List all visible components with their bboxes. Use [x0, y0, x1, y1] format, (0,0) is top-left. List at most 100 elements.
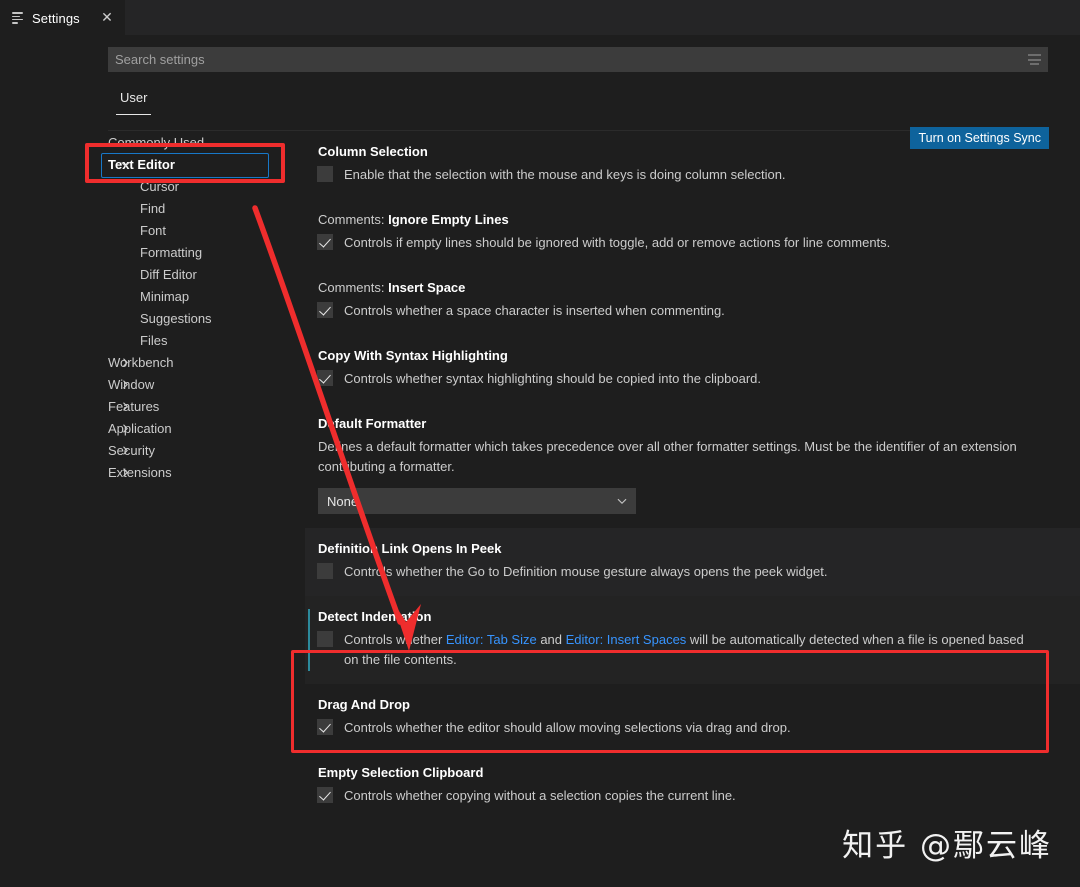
setting-title: Default Formatter: [318, 416, 1040, 431]
toc-item-minimap[interactable]: Minimap: [0, 285, 305, 307]
setting-control-row: Controls whether the Go to Definition mo…: [317, 562, 1040, 582]
tab-settings[interactable]: Settings ✕: [0, 0, 125, 35]
toc-item-extensions[interactable]: Extensions: [0, 461, 305, 483]
setting-title: Detect Indentation: [318, 609, 1040, 624]
setting-row-column-selection[interactable]: Column Selection Enable that the selectio…: [305, 131, 1080, 199]
settings-list: Column Selection Enable that the selectio…: [305, 131, 1080, 887]
setting-row-empty-selection-clipboard[interactable]: Empty Selection Clipboard Controls whethe…: [305, 752, 1080, 820]
toc-item-application[interactable]: Application: [0, 417, 305, 439]
toc-item-font[interactable]: Font: [0, 219, 305, 241]
setting-row-copy-with-syntax-highlighting[interactable]: Copy With Syntax Highlighting Controls wh…: [305, 335, 1080, 403]
search-input[interactable]: Search settings: [108, 47, 1048, 72]
setting-title-text: Default Formatter: [318, 416, 426, 431]
setting-row-detect-indentation[interactable]: Detect Indentation Controls whether Edito…: [305, 596, 1080, 684]
toc-item-label: Suggestions: [140, 311, 212, 326]
toc-item-formatting[interactable]: Formatting: [0, 241, 305, 263]
setting-control-row: Controls whether a space character is in…: [317, 301, 1040, 321]
toc-item-files[interactable]: Files: [0, 329, 305, 351]
chevron-right-icon[interactable]: [118, 421, 132, 435]
toc-item-security[interactable]: Security: [0, 439, 305, 461]
checkbox-insert-space[interactable]: [317, 302, 333, 318]
setting-title: Comments: Ignore Empty Lines: [318, 212, 1040, 227]
setting-title-text: Column Selection: [318, 144, 428, 159]
chevron-right-icon[interactable]: [118, 355, 132, 369]
setting-title: Empty Selection Clipboard: [318, 765, 1040, 780]
setting-description: Controls whether Editor: Tab Size and Ed…: [344, 630, 1040, 670]
select-value: None: [327, 494, 358, 509]
setting-link[interactable]: Editor: Tab Size: [446, 632, 537, 647]
setting-description-text: and: [537, 632, 566, 647]
toc-item-workbench[interactable]: Workbench: [0, 351, 305, 373]
setting-title: Column Selection: [318, 144, 1040, 159]
setting-description: Controls whether the editor should allow…: [344, 718, 791, 738]
toc-item-commonly-used[interactable]: Commonly Used: [0, 131, 305, 153]
checkbox-detect-indentation[interactable]: [317, 631, 333, 647]
toc-item-window[interactable]: Window: [0, 373, 305, 395]
chevron-right-icon[interactable]: [118, 465, 132, 479]
setting-control-row: Controls whether copying without a selec…: [317, 786, 1040, 806]
vscode-settings-window: Settings ✕ Search settings User Turn on …: [0, 0, 1080, 887]
setting-control-row: Controls whether the editor should allow…: [317, 718, 1040, 738]
setting-row-ignore-empty-lines[interactable]: Comments: Ignore Empty Lines Controls if …: [305, 199, 1080, 267]
checkbox-column-selection[interactable]: [317, 166, 333, 182]
select-default-formatter[interactable]: None: [318, 488, 636, 514]
toc-item-diff-editor[interactable]: Diff Editor: [0, 263, 305, 285]
filter-icon[interactable]: [1023, 49, 1045, 71]
toc-item-find[interactable]: Find: [0, 197, 305, 219]
tab-user[interactable]: User: [116, 86, 151, 115]
setting-control-row: Controls whether syntax highlighting sho…: [317, 369, 1040, 389]
toc-item-cursor[interactable]: Cursor: [0, 175, 305, 197]
settings-header: Search settings User Turn on Settings Sy…: [0, 35, 1080, 131]
toc-item-label: Font: [140, 223, 166, 238]
toc-item-suggestions[interactable]: Suggestions: [0, 307, 305, 329]
setting-title-text: Insert Space: [388, 280, 465, 295]
close-icon[interactable]: ✕: [99, 11, 115, 27]
chevron-right-icon[interactable]: [118, 443, 132, 457]
checkbox-copy-with-syntax-highlighting[interactable]: [317, 370, 333, 386]
checkbox-drag-and-drop[interactable]: [317, 719, 333, 735]
chevron-down-icon: [616, 495, 628, 507]
chevron-down-icon[interactable]: [118, 157, 132, 171]
setting-description: Controls whether syntax highlighting sho…: [344, 369, 761, 389]
setting-title: Comments: Insert Space: [318, 280, 1040, 295]
toc-item-text-editor[interactable]: Text Editor: [0, 153, 305, 175]
setting-description: Controls whether copying without a selec…: [344, 786, 736, 806]
setting-description: Controls if empty lines should be ignore…: [344, 233, 890, 253]
setting-link[interactable]: Editor: Insert Spaces: [566, 632, 687, 647]
toc-item-label: Minimap: [140, 289, 189, 304]
search-placeholder: Search settings: [108, 52, 1023, 67]
setting-description-text: Controls whether: [344, 632, 446, 647]
settings-editor: Search settings User Turn on Settings Sy…: [0, 35, 1080, 887]
chevron-right-icon[interactable]: [118, 399, 132, 413]
checkbox-empty-selection-clipboard[interactable]: [317, 787, 333, 803]
toc-item-label: Diff Editor: [140, 267, 197, 282]
setting-control-row: Enable that the selection with the mouse…: [317, 165, 1040, 185]
chevron-right-icon[interactable]: [118, 377, 132, 391]
settings-scope-tabs: User Turn on Settings Sync: [0, 82, 1080, 131]
setting-row-default-formatter[interactable]: Default Formatter Defines a default forma…: [305, 403, 1080, 528]
setting-title-text: Ignore Empty Lines: [388, 212, 509, 227]
checkbox-ignore-empty-lines[interactable]: [317, 234, 333, 250]
setting-control-row: Controls whether Editor: Tab Size and Ed…: [317, 630, 1040, 670]
setting-description: Enable that the selection with the mouse…: [344, 165, 786, 185]
checkbox-definition-link-opens-in-peek[interactable]: [317, 563, 333, 579]
toc-item-label: Files: [140, 333, 167, 348]
setting-title-text: Empty Selection Clipboard: [318, 765, 483, 780]
tab-label: Settings: [32, 11, 80, 26]
setting-title: Copy With Syntax Highlighting: [318, 348, 1040, 363]
modified-indicator: [308, 609, 310, 671]
setting-category: Comments:: [318, 212, 388, 227]
setting-row-definition-link-opens-in-peek[interactable]: Definition Link Opens In Peek Controls wh…: [305, 528, 1080, 596]
toc-item-label: Commonly Used: [108, 135, 204, 150]
setting-title: Definition Link Opens In Peek: [318, 541, 1040, 556]
settings-toc: Commonly Used Text EditorCursorFind Font Fo…: [0, 131, 305, 887]
settings-list-icon: [12, 12, 25, 25]
watermark: 知乎 @鄢云峰: [842, 820, 1052, 865]
toc-item-label: Features: [108, 399, 159, 414]
setting-title-text: Copy With Syntax Highlighting: [318, 348, 508, 363]
toc-item-features[interactable]: Features: [0, 395, 305, 417]
editor-tab-strip: Settings ✕: [0, 0, 1080, 35]
setting-description: Defines a default formatter which takes …: [318, 437, 1023, 477]
setting-row-drag-and-drop[interactable]: Drag And DropControls whether the editor…: [305, 684, 1080, 752]
setting-row-insert-space[interactable]: Comments: Insert Space Controls whether a…: [305, 267, 1080, 335]
